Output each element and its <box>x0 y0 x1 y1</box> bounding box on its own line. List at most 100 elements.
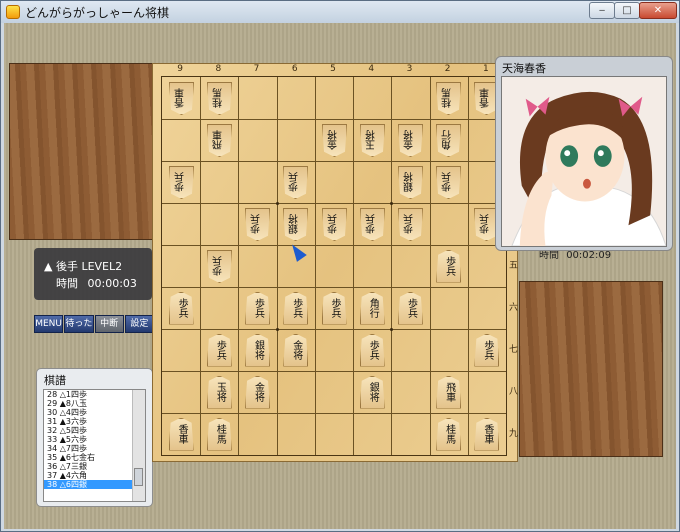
grid-line <box>238 77 240 455</box>
shogi-piece[interactable]: 角行 <box>359 291 385 325</box>
shogi-piece[interactable]: 歩兵 <box>283 166 308 199</box>
game-area: ▲ 後手 LEVEL2 時間 00:00:03 MENU 待った 中断 設定 棋… <box>4 23 676 529</box>
kifu-list-item[interactable]: 33 ▲5六歩 <box>44 435 137 444</box>
shogi-piece[interactable]: 桂馬 <box>207 82 232 115</box>
shogi-piece[interactable]: 飛車 <box>207 124 232 157</box>
kifu-list-item[interactable]: 34 △7四歩 <box>44 444 137 453</box>
kifu-list-item[interactable]: 32 △5四歩 <box>44 426 137 435</box>
shogi-piece[interactable]: 歩兵 <box>360 208 385 241</box>
shogi-piece[interactable]: 銀将 <box>398 166 423 199</box>
settei-button[interactable]: 設定 <box>124 315 154 333</box>
shogi-piece[interactable]: 歩兵 <box>474 333 500 367</box>
rank-label: 五 <box>509 261 519 271</box>
shogi-piece[interactable]: 歩兵 <box>321 291 347 325</box>
shogi-piece[interactable]: 歩兵 <box>359 333 385 367</box>
kifu-list-item[interactable]: 36 △7三銀 <box>44 462 137 471</box>
kifu-list-item[interactable]: 35 ▲6七金右 <box>44 453 137 462</box>
shogi-piece[interactable]: 歩兵 <box>436 249 462 283</box>
star-point <box>390 202 394 205</box>
maximize-button[interactable]: □ <box>614 2 640 19</box>
kifu-panel: 棋譜 28 △1四歩 29 ▲8八玉 30 △4四歩 31 ▲3六歩 32 △5四歩 33… <box>36 368 153 507</box>
shogi-piece[interactable]: 歩兵 <box>206 333 232 367</box>
shogi-piece[interactable]: 桂馬 <box>436 82 461 115</box>
kifu-list-item[interactable]: 28 △1四歩 <box>44 390 137 399</box>
player-time-label: 時間 <box>56 277 78 290</box>
kifu-list-item[interactable]: 31 ▲3六歩 <box>44 417 137 426</box>
shogi-piece[interactable]: 香車 <box>168 417 194 451</box>
grid-line <box>276 77 278 455</box>
grid-line <box>162 119 506 120</box>
kifu-scrollbar[interactable] <box>132 390 145 501</box>
grid-line <box>162 413 506 414</box>
grid-line <box>162 161 506 162</box>
shogi-piece[interactable]: 歩兵 <box>283 291 309 325</box>
shogi-piece[interactable]: 金将 <box>245 375 271 409</box>
shogi-piece[interactable]: 歩兵 <box>168 291 194 325</box>
kifu-list-item[interactable]: 38 △6四銀 <box>44 480 137 489</box>
grid-line <box>353 77 355 455</box>
window-title: どんがらがっしゃーん将棋 <box>25 6 170 20</box>
shogi-piece[interactable]: 銀将 <box>245 333 271 367</box>
shogi-piece[interactable]: 金将 <box>283 333 309 367</box>
grid-line <box>162 287 506 288</box>
shogi-piece[interactable]: 桂馬 <box>436 417 462 451</box>
shogi-piece[interactable]: 金将 <box>398 124 423 157</box>
file-label: 9 <box>177 64 183 74</box>
player-time-row: 時間 00:00:03 <box>56 275 137 291</box>
grid-line <box>467 77 469 455</box>
opponent-piece-stand <box>9 63 154 240</box>
menu-button[interactable]: MENU <box>34 315 64 333</box>
kifu-list[interactable]: 28 △1四歩 29 ▲8八玉 30 △4四歩 31 ▲3六歩 32 △5四歩 33 ▲5… <box>43 389 146 502</box>
shogi-piece[interactable]: 歩兵 <box>436 166 461 199</box>
file-label: 2 <box>444 64 451 74</box>
player-piece-stand <box>519 281 663 457</box>
kifu-title: 棋譜 <box>44 374 66 387</box>
shogi-piece[interactable]: 金将 <box>322 124 347 157</box>
opponent-name: 天海春香 <box>502 62 546 75</box>
matta-button[interactable]: 待った <box>64 315 94 333</box>
shogi-piece[interactable]: 歩兵 <box>207 250 232 283</box>
file-label: 5 <box>330 64 336 74</box>
grid-line <box>200 77 202 455</box>
shogi-piece[interactable]: 銀将 <box>283 208 308 241</box>
shogi-board[interactable]: 987654321 香車 桂馬 桂馬 香車 飛車 金将 玉将 金将 角行 歩兵 歩兵 銀将 歩兵 歩兵 銀将… <box>152 63 518 462</box>
rank-label: 八 <box>509 387 519 397</box>
shogi-piece[interactable]: 歩兵 <box>398 208 423 241</box>
grid-line <box>162 245 506 246</box>
shogi-piece[interactable]: 角行 <box>436 124 461 157</box>
board-grid[interactable]: 香車 桂馬 桂馬 香車 飛車 金将 玉将 金将 角行 歩兵 歩兵 銀将 歩兵 歩兵 銀将 歩兵 歩兵 歩兵 歩兵 歩兵… <box>161 76 507 456</box>
file-label: 8 <box>215 64 222 74</box>
grid-line <box>429 77 431 455</box>
player-time: 00:00:03 <box>87 277 137 290</box>
shogi-piece[interactable]: 歩兵 <box>397 291 423 325</box>
shogi-piece[interactable]: 飛車 <box>436 375 462 409</box>
grid-line <box>162 329 506 330</box>
kifu-scroll-thumb[interactable] <box>134 468 143 486</box>
player-info-panel: ▲ 後手 LEVEL2 時間 00:00:03 <box>34 248 152 300</box>
star-point <box>390 328 394 331</box>
shogi-piece[interactable]: 歩兵 <box>169 166 194 199</box>
shogi-piece[interactable]: 香車 <box>169 82 194 115</box>
file-label: 3 <box>406 64 413 74</box>
star-point <box>275 202 279 205</box>
shogi-piece[interactable]: 玉将 <box>206 375 232 409</box>
shogi-piece[interactable]: 歩兵 <box>245 291 271 325</box>
close-button[interactable]: ✕ <box>639 2 677 19</box>
shogi-piece[interactable]: 銀将 <box>359 375 385 409</box>
opponent-time: 00:02:09 <box>566 250 612 261</box>
minimize-button[interactable]: ‒ <box>589 2 615 19</box>
file-label: 1 <box>483 64 489 74</box>
shogi-piece[interactable]: 玉将 <box>360 124 385 157</box>
opponent-portrait-panel: 天海春香 <box>495 56 673 251</box>
chudan-button[interactable]: 中断 <box>94 315 124 333</box>
file-label: 6 <box>291 64 298 74</box>
shogi-piece[interactable]: 桂馬 <box>206 417 232 451</box>
kifu-list-item[interactable]: 30 △4四歩 <box>44 408 137 417</box>
kifu-list-item[interactable]: 37 ▲4六角 <box>44 471 137 480</box>
shogi-piece[interactable]: 香車 <box>474 417 500 451</box>
shogi-piece[interactable]: 歩兵 <box>322 208 347 241</box>
star-point <box>275 328 279 331</box>
rank-label: 七 <box>509 345 519 355</box>
kifu-list-item[interactable]: 29 ▲8八玉 <box>44 399 137 408</box>
shogi-piece[interactable]: 歩兵 <box>245 208 270 241</box>
